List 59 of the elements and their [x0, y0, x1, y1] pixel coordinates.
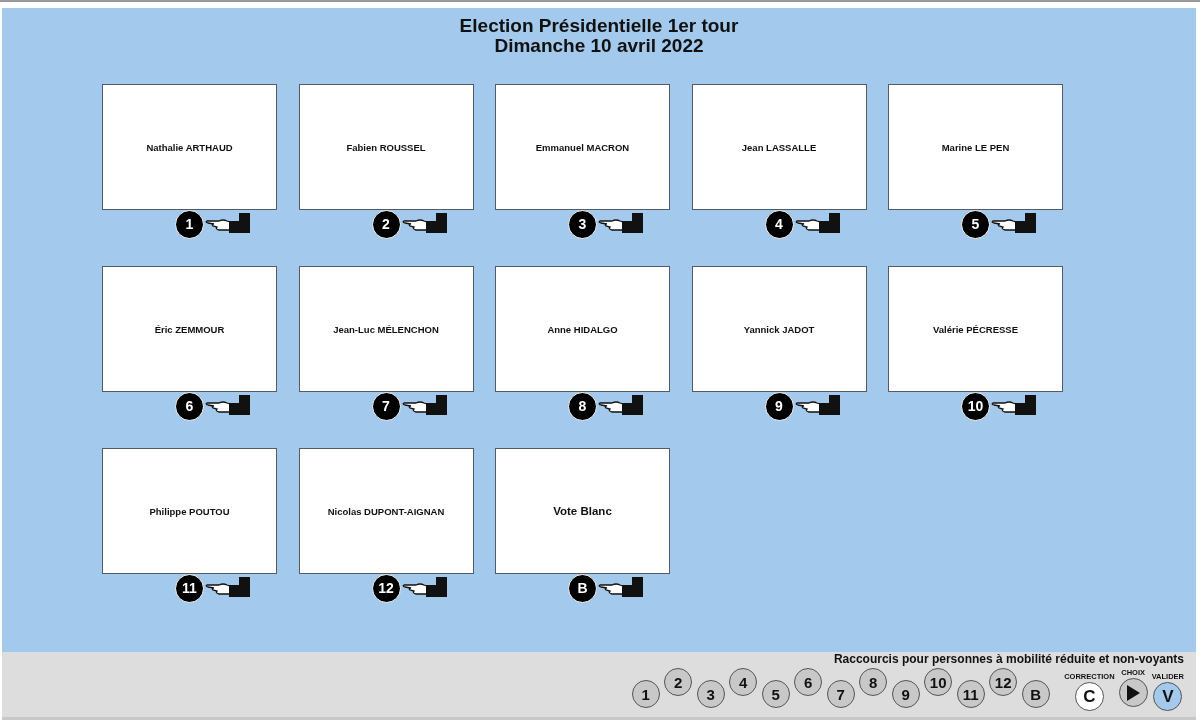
pointing-hand-icon	[205, 213, 251, 235]
key-number-badge: 11	[175, 573, 204, 603]
pointing-hand-icon	[401, 577, 448, 599]
pointing-hand-icon	[794, 395, 841, 417]
election-title: Election Présidentielle 1er tour	[459, 16, 739, 36]
shortcut-key[interactable]: 5	[761, 680, 790, 708]
candidate-card[interactable]: Emmanuel MACRON	[495, 84, 670, 210]
pointing-hand-icon	[991, 213, 1037, 235]
key-number-badge: 4	[764, 209, 794, 239]
candidate-card[interactable]: Anne HIDALGO	[495, 266, 670, 392]
pointing-hand-icon	[598, 213, 644, 235]
shortcut-key[interactable]: 1	[631, 680, 660, 708]
blank-vote-card[interactable]: Vote Blanc	[495, 448, 670, 574]
candidate-card[interactable]: Marine LE PEN	[888, 84, 1063, 210]
pointing-hand-icon	[794, 213, 841, 235]
pointing-hand-icon	[401, 395, 448, 417]
election-title: Dimanche 10 avril 2022	[494, 36, 704, 56]
pointing-hand-icon	[991, 395, 1037, 417]
candidate-card[interactable]: Nicolas DUPONT-AIGNAN	[298, 448, 474, 574]
candidate-card[interactable]: Yannick JADOT	[691, 266, 867, 392]
candidate-card[interactable]: Nathalie ARTHAUD	[102, 84, 277, 210]
candidate-card[interactable]: Philippe POUTOU	[102, 448, 277, 574]
key-number-badge: 1	[175, 209, 204, 239]
key-number-badge: 5	[961, 209, 990, 239]
key-number-badge: 8	[568, 391, 597, 421]
shortcuts-caption: Raccourcis pour personnes à mobilité réduite et non-voyants	[833, 652, 1184, 666]
choice-button[interactable]	[1118, 678, 1148, 707]
correction-button[interactable]: C	[1074, 682, 1104, 711]
shortcut-key[interactable]: 10	[924, 668, 953, 696]
key-number-badge: B	[568, 573, 597, 603]
shortcut-key[interactable]: 6	[794, 668, 823, 696]
shortcut-key[interactable]: 8	[859, 668, 888, 696]
shortcut-key[interactable]: 2	[664, 668, 693, 696]
candidate-card[interactable]: Éric ZEMMOUR	[102, 266, 277, 392]
shortcut-key[interactable]: B	[1021, 680, 1050, 708]
shortcut-key[interactable]: 7	[826, 680, 855, 708]
pointing-hand-icon	[598, 395, 644, 417]
candidate-card[interactable]: Jean LASSALLE	[691, 84, 867, 210]
shortcut-key[interactable]: 4	[729, 668, 758, 696]
shortcut-key[interactable]: 11	[956, 680, 985, 708]
key-number-badge: 9	[764, 391, 794, 421]
pointing-hand-icon	[205, 577, 251, 599]
key-number-badge: 7	[371, 391, 401, 421]
key-number-badge: 12	[371, 573, 401, 603]
play-icon	[1126, 684, 1141, 701]
pointing-hand-icon	[401, 213, 448, 235]
key-number-badge: 10	[961, 391, 990, 421]
pointing-hand-icon	[598, 577, 644, 599]
key-number-badge: 2	[371, 209, 401, 239]
shortcut-key[interactable]: 12	[989, 668, 1018, 696]
candidate-card[interactable]: Valérie PÉCRESSE	[888, 266, 1063, 392]
candidate-card[interactable]: Jean-Luc MÉLENCHON	[298, 266, 474, 392]
shortcut-key[interactable]: 3	[696, 680, 725, 708]
pointing-hand-icon	[205, 395, 251, 417]
candidate-card[interactable]: Fabien ROUSSEL	[298, 84, 474, 210]
key-number-badge: 6	[175, 391, 204, 421]
validate-button[interactable]: V	[1153, 682, 1183, 711]
key-number-badge: 3	[568, 209, 597, 239]
shortcut-key[interactable]: 9	[891, 680, 920, 708]
